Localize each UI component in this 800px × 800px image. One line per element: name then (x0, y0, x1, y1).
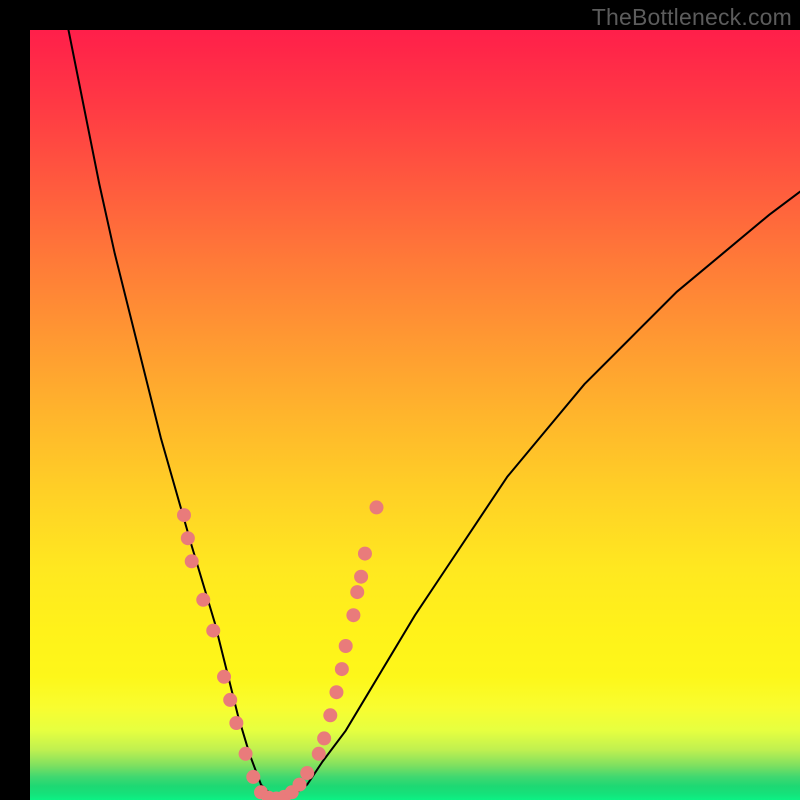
data-point (177, 508, 191, 522)
data-point (346, 608, 360, 622)
data-point (312, 747, 326, 761)
data-point (358, 547, 372, 561)
watermark-text: TheBottleneck.com (592, 4, 792, 31)
data-point (217, 670, 231, 684)
data-point (339, 639, 353, 653)
data-point (185, 554, 199, 568)
data-point (196, 593, 210, 607)
plot-area (30, 30, 800, 800)
data-point (354, 570, 368, 584)
data-point (317, 731, 331, 745)
data-point (246, 770, 260, 784)
bottleneck-curve (69, 30, 800, 800)
plot-svg (30, 30, 800, 800)
data-point (293, 778, 307, 792)
data-point (181, 531, 195, 545)
chart-frame: TheBottleneck.com (0, 0, 800, 800)
data-point (239, 747, 253, 761)
data-point (300, 766, 314, 780)
data-point (329, 685, 343, 699)
data-point (206, 624, 220, 638)
data-point (335, 662, 349, 676)
data-point (229, 716, 243, 730)
data-point (370, 500, 384, 514)
data-point (323, 708, 337, 722)
data-point (350, 585, 364, 599)
data-point-markers (177, 500, 384, 800)
data-point (223, 693, 237, 707)
